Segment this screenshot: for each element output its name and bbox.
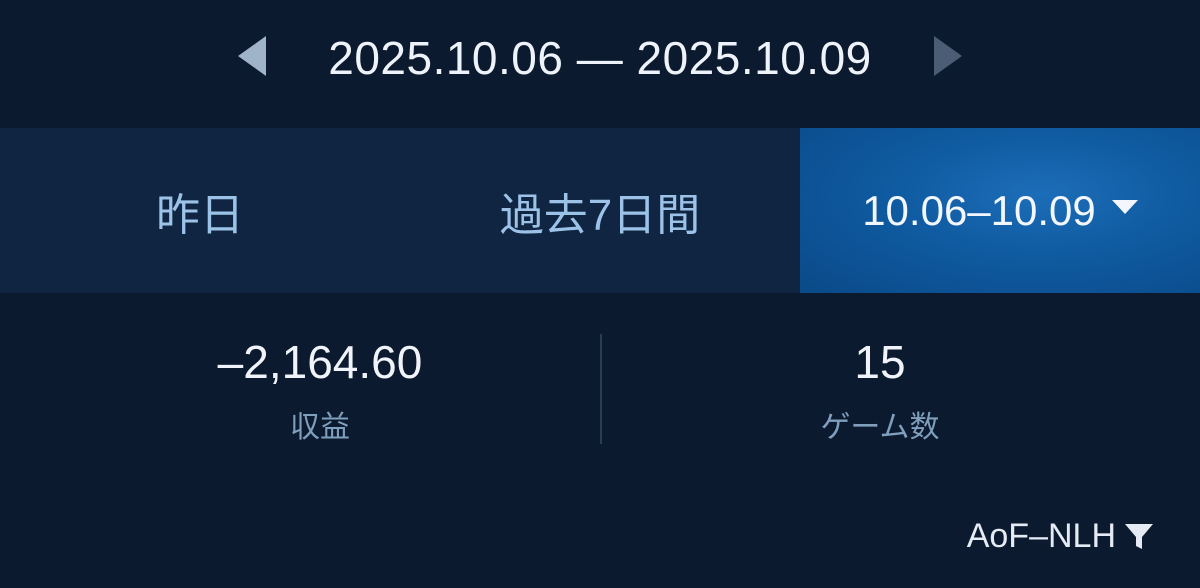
triangle-right-icon[interactable] xyxy=(934,36,962,76)
game-type-filter[interactable]: AoF–NLH xyxy=(967,512,1156,560)
triangle-left-icon[interactable] xyxy=(238,36,266,76)
games-stat: 15 ゲーム数 xyxy=(580,320,1180,446)
date-range-title: 2025.10.06 — 2025.10.09 xyxy=(328,32,872,84)
stats-divider xyxy=(600,334,602,444)
period-tabs: 昨日 過去7日間 10.06–10.09 xyxy=(0,128,1200,293)
tab-yesterday-label: 昨日 xyxy=(156,190,244,240)
profit-value: –2,164.60 xyxy=(217,336,423,388)
profit-label: 収益 xyxy=(290,411,350,444)
games-value: 15 xyxy=(854,336,906,388)
tab-yesterday[interactable]: 昨日 xyxy=(0,128,400,293)
filter-label: AoF–NLH xyxy=(966,516,1116,555)
funnel-icon xyxy=(1125,524,1153,549)
profit-stat: –2,164.60 収益 xyxy=(20,320,620,446)
tab-last-7-days[interactable]: 過去7日間 xyxy=(400,128,800,293)
caret-down-icon xyxy=(1111,199,1138,214)
games-label: ゲーム数 xyxy=(820,411,940,444)
tab-last-7-days-label: 過去7日間 xyxy=(499,190,701,240)
date-navigator: 2025.10.06 — 2025.10.09 xyxy=(0,0,1200,118)
tab-custom-range-label: 10.06–10.09 xyxy=(862,186,1096,234)
tab-custom-range[interactable]: 10.06–10.09 xyxy=(800,128,1200,293)
